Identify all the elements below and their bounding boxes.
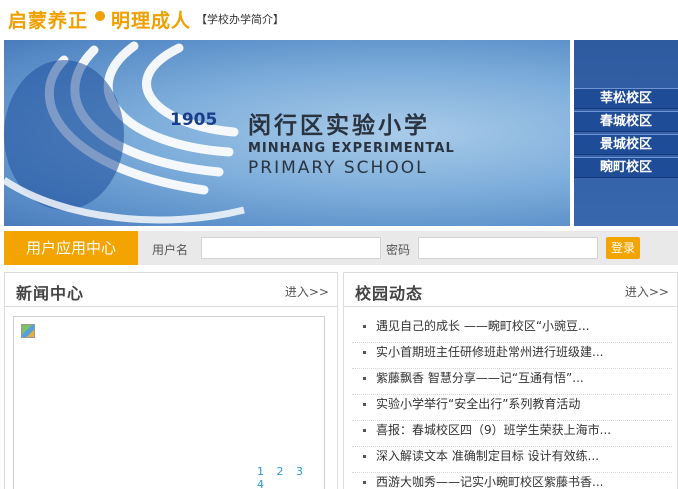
pager-page-3[interactable]: 3 bbox=[296, 465, 303, 478]
login-button[interactable]: 登录 bbox=[606, 237, 640, 259]
news-item-title[interactable]: 实验小学举行“安全出行”系列教育活动 bbox=[376, 397, 580, 411]
campus-news-list: 遇见自己的成长 ——畹町校区“小豌豆... 实小首期班主任研修班赴常州进行班级建… bbox=[352, 317, 672, 489]
news-center-more-link[interactable]: 进入>> bbox=[285, 283, 329, 300]
bullet-icon bbox=[363, 325, 366, 328]
banner-main-image: 1905 闵行区实验小学 MINHANG EXPERIMENTAL PRIMAR… bbox=[4, 40, 570, 226]
username-input[interactable] bbox=[201, 237, 381, 259]
campus-link-chuncheng[interactable]: 春城校区 bbox=[574, 111, 678, 132]
slogan-dot-icon bbox=[95, 11, 105, 21]
bullet-icon bbox=[363, 351, 366, 354]
news-item-title[interactable]: 西游大咖秀——记实小畹町校区紫藤书香... bbox=[376, 475, 603, 489]
news-pager: 1 2 3 4 bbox=[257, 465, 324, 489]
bullet-icon bbox=[363, 429, 366, 432]
list-item[interactable]: 喜报：春城校区四（9）班学生荣获上海市... bbox=[352, 421, 672, 447]
campus-news-more-link[interactable]: 进入>> bbox=[625, 283, 669, 300]
school-name-en-line1: MINHANG EXPERIMENTAL bbox=[248, 141, 455, 156]
campus-news-title: 校园动态 bbox=[355, 284, 424, 303]
news-item-title[interactable]: 遇见自己的成长 ——畹町校区“小豌豆... bbox=[376, 319, 589, 333]
list-item[interactable]: 遇见自己的成长 ——畹町校区“小豌豆... bbox=[352, 317, 672, 343]
news-center-title: 新闻中心 bbox=[16, 284, 85, 303]
bullet-icon bbox=[363, 403, 366, 406]
campus-news-header: 校园动态 进入>> bbox=[344, 273, 677, 307]
password-label: 密码 bbox=[386, 243, 411, 257]
list-item[interactable]: 紫藤飘香 智慧分享——记“互通有悟”... bbox=[352, 369, 672, 395]
founding-year: 1905 bbox=[170, 110, 218, 130]
username-label: 用户名 bbox=[152, 243, 189, 257]
pager-page-4[interactable]: 4 bbox=[257, 478, 264, 489]
campus-link-wanding[interactable]: 畹町校区 bbox=[574, 157, 678, 178]
pager-page-2[interactable]: 2 bbox=[277, 465, 284, 478]
user-center-title: 用户应用中心 bbox=[4, 231, 138, 265]
list-item[interactable]: 实验小学举行“安全出行”系列教育活动 bbox=[352, 395, 672, 421]
news-item-title[interactable]: 深入解读文本 准确制定目标 设计有效练... bbox=[376, 449, 599, 463]
bullet-icon bbox=[363, 377, 366, 380]
campus-link-jingcheng[interactable]: 景城校区 bbox=[574, 134, 678, 155]
campus-list: 莘松校区 春城校区 景城校区 畹町校区 bbox=[574, 88, 678, 180]
school-intro-link[interactable]: 【学校办学简介】 bbox=[196, 11, 284, 27]
news-slideshow: 1 2 3 4 bbox=[13, 316, 325, 489]
list-item[interactable]: 西游大咖秀——记实小畹町校区紫藤书香... bbox=[352, 473, 672, 489]
password-input[interactable] bbox=[418, 237, 598, 259]
news-item-title[interactable]: 喜报：春城校区四（9）班学生荣获上海市... bbox=[376, 423, 611, 437]
campus-news-panel: 校园动态 进入>> 遇见自己的成长 ——畹町校区“小豌豆... 实小首期班主任研… bbox=[343, 272, 678, 489]
top-header: 启蒙养正 明理成人 【学校办学简介】 bbox=[0, 0, 678, 36]
pager-page-1[interactable]: 1 bbox=[257, 465, 264, 478]
school-name-cn: 闵行区实验小学 bbox=[248, 113, 430, 139]
bullet-icon bbox=[363, 481, 366, 484]
news-center-panel: 新闻中心 进入>> 1 2 3 4 bbox=[4, 272, 338, 489]
news-item-title[interactable]: 紫藤飘香 智慧分享——记“互通有悟”... bbox=[376, 371, 584, 385]
broken-image-icon bbox=[21, 324, 35, 338]
news-item-title[interactable]: 实小首期班主任研修班赴常州进行班级建... bbox=[376, 345, 603, 359]
slogan-left: 启蒙养正 bbox=[8, 10, 89, 32]
bullet-icon bbox=[363, 455, 366, 458]
user-center-bar: 用户应用中心 用户名 密码 登录 bbox=[4, 231, 678, 265]
list-item[interactable]: 深入解读文本 准确制定目标 设计有效练... bbox=[352, 447, 672, 473]
list-item[interactable]: 实小首期班主任研修班赴常州进行班级建... bbox=[352, 343, 672, 369]
news-center-header: 新闻中心 进入>> bbox=[5, 273, 337, 307]
slogan-right: 明理成人 bbox=[111, 10, 192, 32]
school-name-en-line2: PRIMARY SCHOOL bbox=[248, 158, 428, 178]
school-banner: 1905 闵行区实验小学 MINHANG EXPERIMENTAL PRIMAR… bbox=[4, 40, 678, 226]
campus-link-xinsong[interactable]: 莘松校区 bbox=[574, 88, 678, 109]
